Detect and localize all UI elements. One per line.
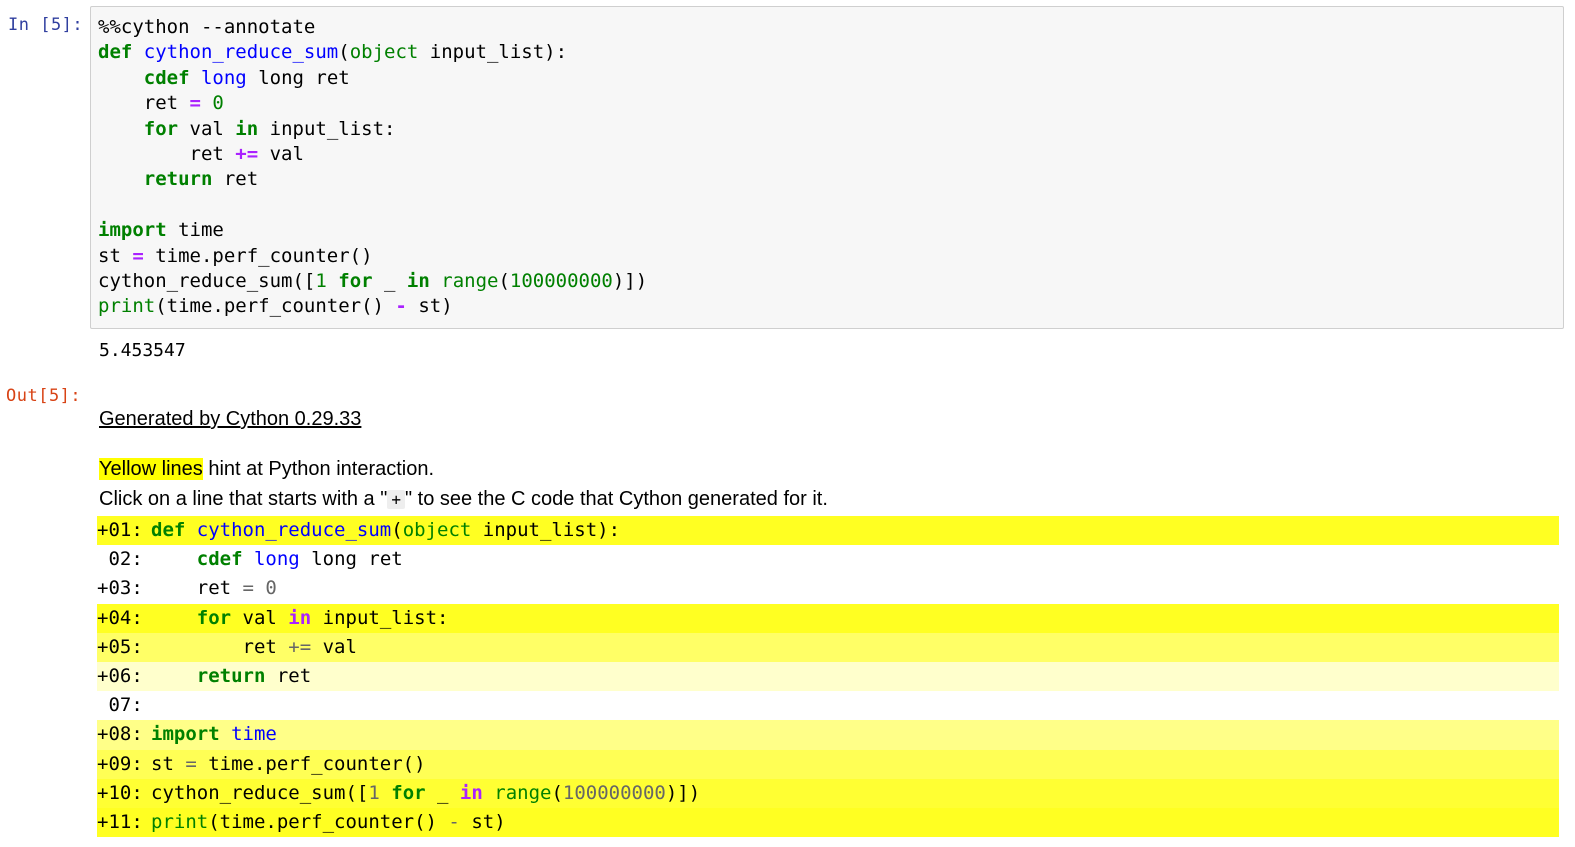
line-number: 07:	[97, 694, 143, 717]
yellow-lines-highlight: Yellow lines	[99, 458, 203, 480]
line-code: ret = 0	[151, 577, 277, 600]
line-code: st = time.perf_counter()	[151, 752, 426, 775]
line-number: +04:	[97, 606, 143, 629]
line-code: print(time.perf_counter() - st)	[151, 810, 506, 833]
annotated-line[interactable]: +11: print(time.perf_counter() - st)	[97, 807, 1559, 838]
code-line[interactable]: ret += val	[98, 142, 647, 167]
line-number: +08:	[97, 723, 143, 746]
plus-sign-code: +	[387, 490, 405, 509]
line-number: +11:	[97, 810, 143, 833]
annotated-line[interactable]: +03: ret = 0	[97, 574, 1559, 604]
code-line[interactable]: ret = 0	[98, 91, 647, 116]
output-prompt: Out[5]:	[6, 386, 82, 406]
code-line[interactable]: def cython_reduce_sum(object input_list)…	[98, 40, 647, 65]
code-line[interactable]: import time	[98, 218, 647, 243]
annotated-line: 07:	[97, 691, 1559, 721]
click-instruction-prefix: Click on a line that starts with a "	[99, 488, 388, 510]
annotated-line[interactable]: +05: ret += val	[97, 632, 1559, 662]
line-number: +09:	[97, 752, 143, 775]
line-code: def cython_reduce_sum(object input_list)…	[151, 519, 621, 541]
click-instruction-suffix: " to see the C code that Cython generate…	[404, 488, 828, 510]
line-number: +03:	[97, 577, 143, 600]
annotated-line[interactable]: +10: cython_reduce_sum([1 for _ in range(…	[97, 778, 1559, 808]
code-line[interactable]: cython_reduce_sum([1 for _ in range(1000…	[98, 269, 647, 294]
code-line[interactable]: return ret	[98, 167, 647, 192]
annotated-line[interactable]: +08: import time	[97, 720, 1559, 750]
code-line[interactable]: print(time.perf_counter() - st)	[98, 294, 647, 319]
line-number: +05:	[97, 635, 143, 658]
click-instruction: Click on a line that starts with a " + " t…	[99, 488, 828, 511]
annotated-line: 02: cdef long long ret	[97, 545, 1559, 575]
annotated-line[interactable]: +01: def cython_reduce_sum(object input_l…	[97, 516, 1559, 546]
line-number: +10:	[97, 781, 143, 804]
line-code: for val in input_list:	[196, 606, 449, 629]
line-code: return ret	[196, 664, 312, 687]
line-number: +01:	[97, 519, 143, 541]
generated-by-link[interactable]: Generated by Cython 0.29.33	[99, 408, 361, 431]
line-code: cdef long long ret	[196, 548, 403, 571]
code-line[interactable]: %%cython --annotate	[98, 15, 647, 40]
code-line[interactable]: st = time.perf_counter()	[98, 244, 647, 269]
code-input-area[interactable]: %%cython --annotate def cython_reduce_sum…	[90, 6, 1564, 329]
annotated-line[interactable]: +06: return ret	[97, 661, 1559, 692]
annotated-code: +01: def cython_reduce_sum(object input_l…	[97, 516, 1559, 838]
line-number: 02:	[97, 548, 143, 571]
line-code: ret += val	[151, 635, 357, 658]
annotated-line[interactable]: +04: for val in input_list:	[97, 603, 1559, 633]
line-number: +06:	[97, 664, 143, 687]
input-prompt: In [5]:	[8, 15, 84, 35]
line-code: import time	[151, 723, 277, 746]
stdout-output: 5.453547	[99, 340, 186, 361]
code-editor[interactable]: %%cython --annotate def cython_reduce_sum…	[98, 15, 647, 320]
code-line[interactable]: cdef long long ret	[98, 66, 647, 91]
line-code: cython_reduce_sum([1 for _ in range(1000…	[151, 781, 701, 804]
code-line[interactable]	[98, 193, 647, 218]
generated-by-text[interactable]: Generated by Cython 0.29.33	[99, 408, 361, 430]
annotated-line[interactable]: +09: st = time.perf_counter()	[97, 749, 1559, 779]
hint-text: hint at Python interaction.	[202, 458, 435, 480]
code-line[interactable]: for val in input_list:	[98, 117, 647, 142]
hint-line: Yellow lines hint at Python interaction.	[99, 458, 434, 481]
